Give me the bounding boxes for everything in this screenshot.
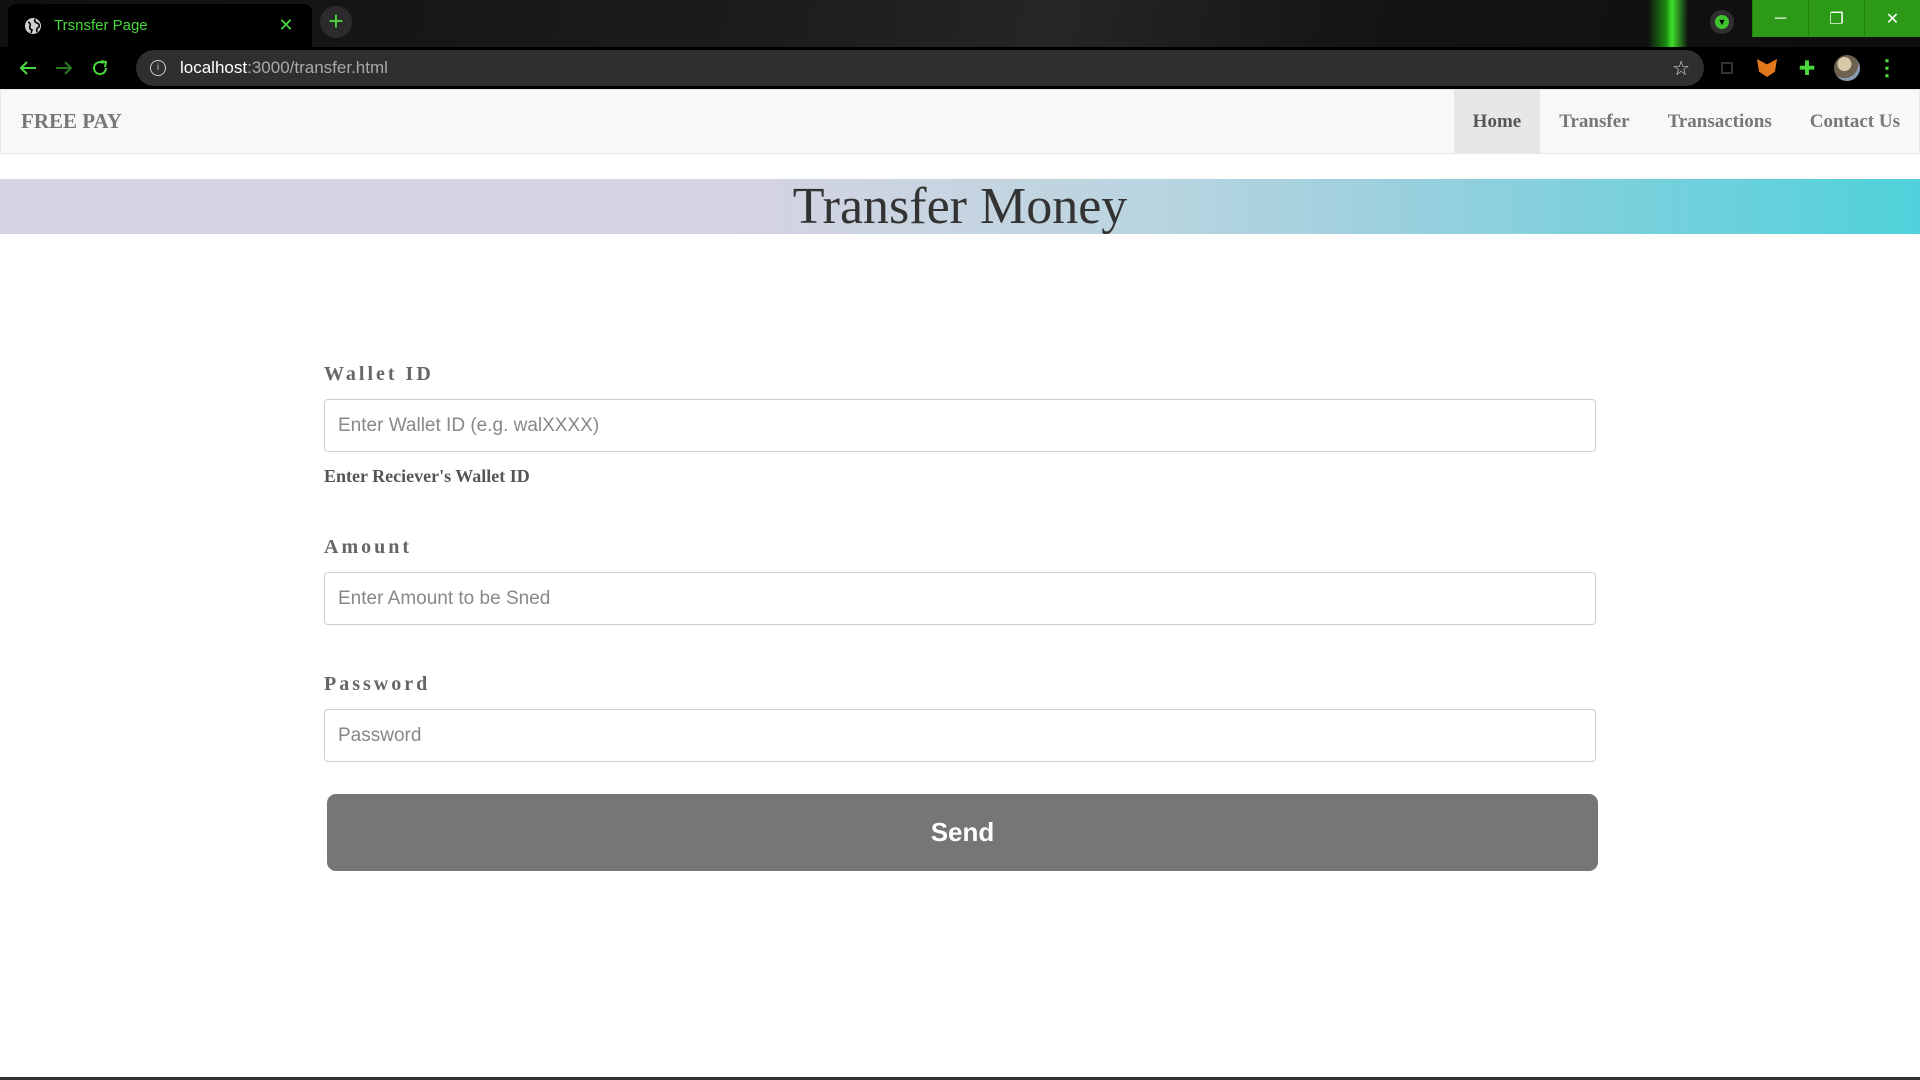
- amount-input[interactable]: [324, 572, 1596, 625]
- password-label: Password: [324, 673, 431, 695]
- wallet-id-input[interactable]: [324, 399, 1596, 452]
- globe-icon: [25, 17, 41, 34]
- page-content: FREE PAY Home Transfer Transactions Cont…: [0, 89, 1920, 1080]
- nav-home[interactable]: Home: [1453, 90, 1541, 153]
- forward-arrow-icon[interactable]: [46, 50, 82, 86]
- maximize-button[interactable]: ❐: [1808, 0, 1864, 37]
- new-tab-button[interactable]: +: [320, 6, 352, 38]
- extension-square-icon[interactable]: [1712, 53, 1742, 83]
- info-icon[interactable]: i: [150, 60, 166, 76]
- browser-tab-bar: Trsnsfer Page ✕ + ▼ ─ ❐ ✕: [0, 0, 1920, 47]
- wallet-id-label: Wallet ID: [324, 363, 434, 385]
- amount-field-group: Amount: [324, 536, 1596, 625]
- browser-tab[interactable]: Trsnsfer Page ✕: [8, 4, 312, 47]
- reload-icon[interactable]: [82, 50, 118, 86]
- wallet-field-group: Wallet ID Enter Reciever's Wallet ID: [324, 363, 1596, 487]
- nav-links: Home Transfer Transactions Contact Us: [1453, 90, 1919, 153]
- profile-avatar[interactable]: [1832, 53, 1862, 83]
- password-input[interactable]: [324, 709, 1596, 762]
- wallet-id-help-text: Enter Reciever's Wallet ID: [324, 466, 530, 486]
- page-title: Transfer Money: [792, 178, 1128, 235]
- metamask-fox-icon[interactable]: [1752, 53, 1782, 83]
- page-header-banner: Transfer Money: [0, 179, 1920, 234]
- toolbar-extensions: ✚ ⋮: [1712, 50, 1902, 86]
- url-host: localhost: [180, 58, 248, 77]
- amount-label: Amount: [324, 536, 413, 558]
- site-navbar: FREE PAY Home Transfer Transactions Cont…: [0, 89, 1920, 154]
- brand-logo-link[interactable]: FREE PAY: [1, 90, 142, 153]
- tab-title: Trsnsfer Page: [54, 17, 148, 34]
- window-controls: ─ ❐ ✕: [1752, 0, 1920, 37]
- browser-menu-icon[interactable]: ⋮: [1872, 53, 1902, 83]
- send-button[interactable]: Send: [327, 794, 1598, 871]
- extension-shield-icon[interactable]: ▼: [1710, 10, 1734, 34]
- extensions-puzzle-icon[interactable]: ✚: [1792, 53, 1822, 83]
- browser-toolbar: i localhost :3000/transfer.html ☆ ✚ ⋮: [0, 47, 1920, 136]
- password-field-group: Password: [324, 673, 1596, 762]
- bookmark-star-icon[interactable]: ☆: [1672, 56, 1690, 81]
- transfer-form: Wallet ID Enter Reciever's Wallet ID Amo…: [324, 363, 1598, 871]
- close-window-button[interactable]: ✕: [1864, 0, 1920, 37]
- address-bar[interactable]: i localhost :3000/transfer.html ☆: [136, 50, 1704, 86]
- url-path: :3000/transfer.html: [247, 58, 388, 77]
- tab-close-icon[interactable]: ✕: [276, 15, 296, 36]
- nav-transactions[interactable]: Transactions: [1649, 90, 1791, 153]
- minimize-button[interactable]: ─: [1752, 0, 1808, 37]
- back-arrow-icon[interactable]: [10, 50, 46, 86]
- nav-transfer[interactable]: Transfer: [1540, 90, 1648, 153]
- nav-contact-us[interactable]: Contact Us: [1791, 90, 1919, 153]
- tabbar-decoration: [1648, 0, 1688, 47]
